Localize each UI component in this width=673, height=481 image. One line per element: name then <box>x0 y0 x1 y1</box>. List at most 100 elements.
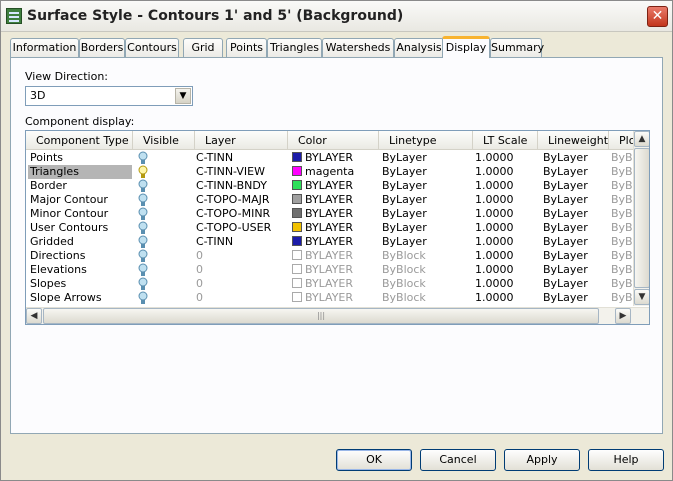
help-button[interactable]: Help <box>588 449 664 471</box>
view-direction-select[interactable]: 3D ▼ <box>25 86 193 106</box>
lightbulb-icon[interactable] <box>138 249 148 263</box>
column-header[interactable]: Component Type <box>26 131 133 150</box>
color-cell[interactable]: BYLAYER <box>292 291 378 305</box>
tab-borders[interactable]: Borders <box>79 38 125 57</box>
lightbulb-on-icon[interactable] <box>138 165 148 179</box>
color-cell[interactable]: BYLAYER <box>292 277 378 291</box>
close-button[interactable]: ✕ <box>647 6 668 27</box>
cancel-button[interactable]: Cancel <box>420 449 496 471</box>
column-header[interactable]: Visible <box>133 131 195 150</box>
table-row[interactable]: Minor Contour C-TOPO-MINR BYLAYER ByLayer 1.… <box>26 207 633 221</box>
color-cell[interactable]: magenta <box>292 165 378 179</box>
color-cell[interactable]: BYLAYER <box>292 207 378 221</box>
lt-scale-cell: 1.0000 <box>475 221 514 234</box>
lightbulb-icon[interactable] <box>138 291 148 305</box>
view-direction-value: 3D <box>30 89 46 102</box>
column-header[interactable]: LT Scale <box>473 131 538 150</box>
color-cell[interactable]: BYLAYER <box>292 151 378 165</box>
component-type-cell: Slope Arrows <box>30 291 102 304</box>
column-header[interactable]: Linetype <box>379 131 473 150</box>
linetype-cell: ByLayer <box>382 179 427 192</box>
scroll-right-button[interactable]: ▶ <box>615 308 631 324</box>
table-row[interactable]: Border C-TINN-BNDY BYLAYER ByLayer 1.0000 ByL… <box>26 179 633 193</box>
component-type-cell: User Contours <box>30 221 109 234</box>
color-cell[interactable]: BYLAYER <box>292 235 378 249</box>
table-row[interactable]: Slope Arrows 0 BYLAYER ByBlock 1.0000 ByLayer… <box>26 291 633 305</box>
color-name: BYLAYER <box>305 193 354 206</box>
column-header[interactable]: Lineweight <box>538 131 609 150</box>
component-display-list[interactable]: Component Type Visible Layer Color Linetype L… <box>25 130 650 325</box>
scroll-left-button[interactable]: ◀ <box>26 308 42 324</box>
lightbulb-icon[interactable] <box>138 151 148 165</box>
layer-cell: 0 <box>196 291 203 304</box>
table-row[interactable]: Points C-TINN BYLAYER ByLayer 1.0000 ByLayer B… <box>26 151 633 165</box>
table-row[interactable]: Major Contour C-TOPO-MAJR BYLAYER ByLayer 1.… <box>26 193 633 207</box>
column-header[interactable]: Plo <box>609 131 633 150</box>
plot-style-cell: ByBl <box>611 235 632 248</box>
color-swatch <box>292 208 302 218</box>
scroll-down-button[interactable]: ▼ <box>634 289 649 305</box>
table-row[interactable]: Triangles C-TINN-VIEW magenta ByLayer 1.0000… <box>26 165 633 179</box>
horizontal-scroll-thumb[interactable]: ||| <box>43 308 599 324</box>
color-cell[interactable]: BYLAYER <box>292 263 378 277</box>
ok-button[interactable]: OK <box>336 449 412 471</box>
table-row[interactable]: Directions 0 BYLAYER ByBlock 1.0000 ByLayer By… <box>26 249 633 263</box>
lightbulb-icon[interactable] <box>138 235 148 249</box>
lineweight-cell: ByLayer <box>543 165 588 178</box>
lineweight-cell: ByLayer <box>543 193 588 206</box>
lightbulb-icon[interactable] <box>138 179 148 193</box>
lt-scale-cell: 1.0000 <box>475 291 514 304</box>
lineweight-cell: ByLayer <box>543 179 588 192</box>
lt-scale-cell: 1.0000 <box>475 193 514 206</box>
lineweight-cell: ByLayer <box>543 277 588 290</box>
tab-information[interactable]: Information <box>10 38 79 57</box>
component-type-cell: Slopes <box>30 277 67 290</box>
horizontal-scrollbar[interactable]: ◀ ||| ▶ <box>26 307 649 324</box>
layer-cell: C-TOPO-USER <box>196 221 272 234</box>
color-name: BYLAYER <box>305 179 354 192</box>
lt-scale-cell: 1.0000 <box>475 249 514 262</box>
color-cell[interactable]: BYLAYER <box>292 221 378 235</box>
title-bar[interactable]: Surface Style - Contours 1' and 5' (Back… <box>1 1 672 32</box>
color-cell[interactable]: BYLAYER <box>292 193 378 207</box>
color-cell[interactable]: BYLAYER <box>292 249 378 263</box>
surface-style-dialog: Surface Style - Contours 1' and 5' (Back… <box>0 0 673 481</box>
color-cell[interactable]: BYLAYER <box>292 179 378 193</box>
lineweight-cell: ByLayer <box>543 263 588 276</box>
view-direction-label: View Direction: <box>25 70 108 83</box>
column-header[interactable]: Color <box>288 131 379 150</box>
scroll-up-button[interactable]: ▲ <box>634 131 649 147</box>
lightbulb-icon[interactable] <box>138 277 148 291</box>
color-name: BYLAYER <box>305 151 354 164</box>
tab-display[interactable]: Display <box>442 36 490 58</box>
table-row[interactable]: Slopes 0 BYLAYER ByBlock 1.0000 ByLayer ByBl <box>26 277 633 291</box>
column-header[interactable]: Layer <box>195 131 288 150</box>
linetype-cell: ByLayer <box>382 165 427 178</box>
lightbulb-icon[interactable] <box>138 221 148 235</box>
component-type-cell: Major Contour <box>30 193 108 206</box>
tab-watersheds[interactable]: Watersheds <box>322 38 394 57</box>
linetype-cell: ByLayer <box>382 235 427 248</box>
lightbulb-icon[interactable] <box>138 207 148 221</box>
vertical-scroll-thumb[interactable] <box>634 148 649 288</box>
plot-style-cell: ByBl <box>611 221 632 234</box>
table-row[interactable]: Elevations 0 BYLAYER ByBlock 1.0000 ByLayer By… <box>26 263 633 277</box>
chevron-down-icon[interactable]: ▼ <box>175 88 191 104</box>
tab-triangles[interactable]: Triangles <box>267 38 322 57</box>
surface-style-icon <box>6 8 22 24</box>
tab-summary[interactable]: Summary <box>490 38 544 57</box>
tab-contours[interactable]: Contours <box>125 38 179 57</box>
tab-points[interactable]: Points <box>226 38 267 57</box>
color-swatch <box>292 278 302 288</box>
table-row[interactable]: User Contours C-TOPO-USER BYLAYER ByLayer 1.… <box>26 221 633 235</box>
apply-button[interactable]: Apply <box>504 449 580 471</box>
tab-analysis[interactable]: Analysis <box>394 38 444 57</box>
lightbulb-icon[interactable] <box>138 193 148 207</box>
tab-grid[interactable]: Grid <box>183 38 223 57</box>
plot-style-cell: ByBl <box>611 207 632 220</box>
layer-cell: C-TINN-VIEW <box>196 165 265 178</box>
layer-cell: C-TINN <box>196 151 234 164</box>
lightbulb-icon[interactable] <box>138 263 148 277</box>
vertical-scrollbar[interactable]: ▲ ▼ <box>633 131 649 306</box>
table-row[interactable]: Gridded C-TINN BYLAYER ByLayer 1.0000 ByLayer… <box>26 235 633 249</box>
